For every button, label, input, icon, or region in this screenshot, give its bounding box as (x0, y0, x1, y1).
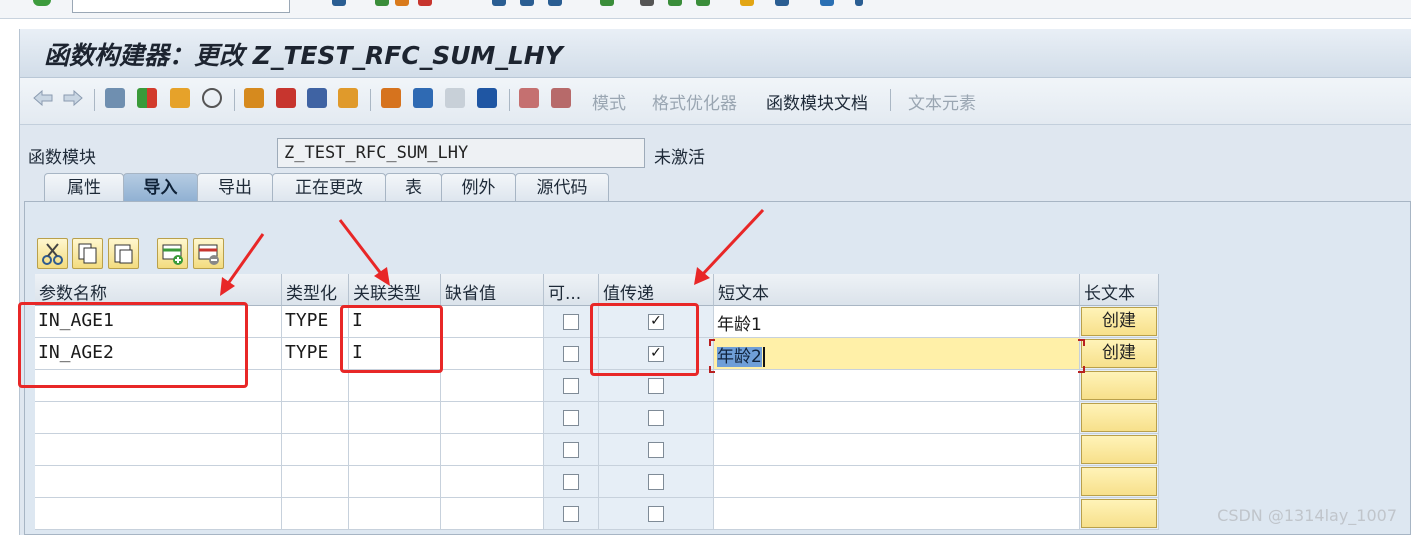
watermark: CSDN @1314lay_1007 (1217, 506, 1397, 525)
focus-brackets (709, 339, 1085, 373)
